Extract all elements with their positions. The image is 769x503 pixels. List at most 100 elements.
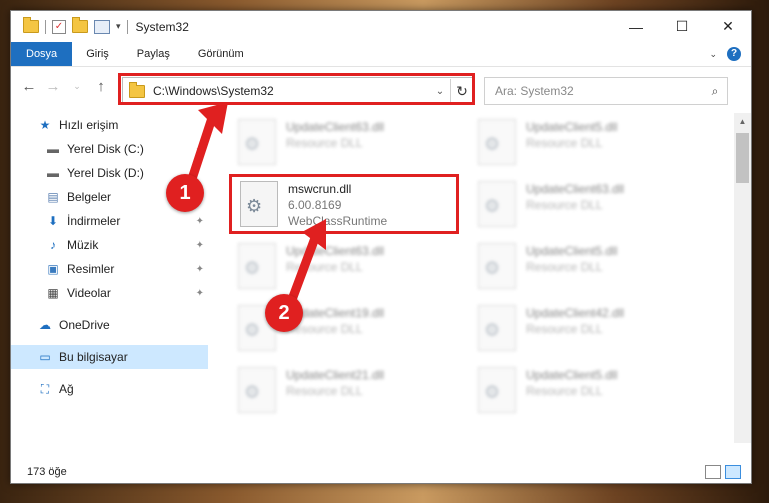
sidebar-item-onedrive[interactable]: ☁ OneDrive (11, 313, 208, 337)
dll-file-icon: ⚙ (478, 119, 516, 165)
pin-icon[interactable]: ✦ (196, 216, 204, 227)
item-count: 173 öğe (27, 466, 67, 478)
file-description: Resource DLL (286, 322, 363, 336)
sidebar-item-label: İndirmeler (67, 214, 121, 228)
file-tile[interactable]: ⚙ UpdateClient5.dll Resource DLL (478, 119, 617, 165)
file-text: UpdateClient5.dll Resource DLL (526, 367, 617, 413)
properties-icon[interactable] (94, 19, 110, 34)
details-view-icon[interactable] (705, 465, 721, 479)
file-tile[interactable]: ⚙ UpdateClient63.dll Resource DLL (478, 181, 624, 227)
sidebar-item-quick-access[interactable]: ★ Hızlı erişim (11, 113, 208, 137)
sidebar-item-label: Hızlı erişim (59, 118, 119, 132)
properties-check-icon[interactable]: ✓ (52, 19, 66, 34)
window-controls: — ☐ ✕ (613, 11, 751, 42)
file-description: Resource DLL (526, 136, 603, 150)
forward-arrow-icon[interactable]: → (41, 78, 65, 95)
help-icon[interactable]: ? (727, 47, 741, 61)
step-badge-2: 2 (265, 294, 303, 332)
videos-icon: ▦ (47, 286, 59, 300)
up-arrow-icon[interactable]: ↑ (89, 78, 113, 95)
status-bar: 173 öğe (11, 461, 751, 483)
separator (45, 19, 46, 34)
network-icon: ⛶ (40, 381, 50, 396)
customize-dropdown-icon[interactable]: ▾ (116, 21, 121, 32)
file-tile[interactable]: ⚙ UpdateClient21.dll Resource DLL (238, 367, 384, 413)
file-text: UpdateClient63.dll Resource DLL (286, 119, 384, 165)
sidebar-item-this-pc[interactable]: ▭ Bu bilgisayar (11, 345, 208, 369)
separator (126, 19, 128, 34)
file-text: UpdateClient42.dll Resource DLL (526, 305, 624, 351)
file-name: UpdateClient5.dll (526, 368, 618, 382)
sidebar-item-label: Yerel Disk (D:) (67, 166, 144, 180)
scroll-thumb[interactable] (736, 133, 749, 183)
sidebar-item-network[interactable]: ⛶ Ağ (11, 377, 208, 401)
music-icon: ♪ (50, 238, 56, 252)
window-title: System32 (135, 19, 189, 34)
file-tile[interactable]: ⚙ UpdateClient5.dll Resource DLL (478, 367, 617, 413)
sidebar-item-label: OneDrive (59, 318, 110, 332)
file-description: Resource DLL (526, 384, 603, 398)
pin-icon[interactable]: ✦ (196, 288, 204, 299)
pictures-icon: ▣ (47, 262, 59, 276)
file-tile[interactable]: ⚙ UpdateClient63.dll Resource DLL (238, 243, 384, 289)
vertical-scrollbar[interactable]: ▲ (734, 113, 751, 443)
dll-file-icon: ⚙ (478, 367, 516, 413)
search-icon[interactable]: ⌕ (703, 84, 727, 99)
file-tile[interactable]: ⚙ UpdateClient63.dll Resource DLL (238, 119, 384, 165)
documents-icon: ▤ (47, 190, 59, 204)
search-box[interactable]: Ara: System32 ⌕ (484, 77, 728, 105)
tab-paylas[interactable]: Paylaş (123, 42, 184, 66)
sidebar-item-label: Resimler (67, 262, 115, 276)
back-arrow-icon[interactable]: ← (17, 78, 41, 95)
quick-access-toolbar: ✓ ▾ (11, 17, 128, 34)
title-bar: ✓ ▾ System32 — ☐ ✕ (11, 11, 751, 42)
sidebar-item-label: Bu bilgisayar (59, 350, 128, 364)
file-description: Resource DLL (286, 136, 363, 150)
sidebar-item-music[interactable]: ♪ Müzik ✦ (11, 233, 208, 257)
sidebar-item-pictures[interactable]: ▣ Resimler ✦ (11, 257, 208, 281)
search-input[interactable]: Ara: System32 (495, 84, 703, 98)
tiles-view-icon[interactable] (725, 465, 741, 479)
pin-icon[interactable]: ✦ (196, 240, 204, 251)
file-name: UpdateClient63.dll (526, 182, 625, 196)
address-highlight-box (118, 73, 475, 105)
file-text: UpdateClient5.dll Resource DLL (526, 119, 617, 165)
file-tile[interactable]: ⚙ UpdateClient5.dll Resource DLL (478, 243, 617, 289)
dll-file-icon: ⚙ (478, 243, 516, 289)
file-highlight-box (229, 174, 459, 234)
sidebar-item-label: Müzik (67, 238, 99, 252)
file-name: UpdateClient63.dll (286, 120, 385, 134)
sidebar-item-local-disk-c[interactable]: ▬ Yerel Disk (C:) ✦ (11, 137, 208, 161)
pin-icon[interactable]: ✦ (196, 264, 204, 275)
maximize-button[interactable]: ☐ (659, 11, 705, 42)
file-tile[interactable]: ⚙ UpdateClient19.dll Resource DLL (238, 305, 384, 351)
tab-dosya[interactable]: Dosya (11, 42, 73, 66)
tab-giris[interactable]: Giriş (72, 42, 123, 66)
download-icon: ⬇ (47, 214, 59, 228)
star-icon: ★ (39, 118, 51, 132)
expand-ribbon-icon[interactable]: ⌄ (709, 49, 717, 60)
ribbon-right: ⌄ ? (709, 42, 751, 66)
scroll-up-icon[interactable]: ▲ (734, 113, 751, 130)
dll-file-icon: ⚙ (478, 181, 516, 227)
file-name: UpdateClient21.dll (286, 368, 385, 382)
sidebar-item-label: Videolar (67, 286, 111, 300)
tab-gorunum[interactable]: Görünüm (184, 42, 258, 66)
file-tile[interactable]: ⚙ UpdateClient42.dll Resource DLL (478, 305, 624, 351)
sidebar-item-videos[interactable]: ▦ Videolar ✦ (11, 281, 208, 305)
sidebar-item-downloads[interactable]: ⬇ İndirmeler ✦ (11, 209, 208, 233)
drive-icon: ▬ (47, 142, 59, 156)
new-folder-icon[interactable] (72, 17, 88, 33)
file-name: UpdateClient5.dll (526, 120, 618, 134)
file-text: UpdateClient5.dll Resource DLL (526, 243, 617, 289)
minimize-button[interactable]: — (613, 11, 659, 42)
file-description: Resource DLL (286, 384, 363, 398)
recent-dropdown-icon[interactable]: ⌄ (65, 81, 89, 92)
close-button[interactable]: ✕ (705, 11, 751, 42)
dll-file-icon: ⚙ (478, 305, 516, 351)
folder-icon (23, 17, 39, 33)
pin-icon[interactable]: ✦ (196, 144, 204, 155)
sidebar-item-label: Belgeler (67, 190, 112, 204)
